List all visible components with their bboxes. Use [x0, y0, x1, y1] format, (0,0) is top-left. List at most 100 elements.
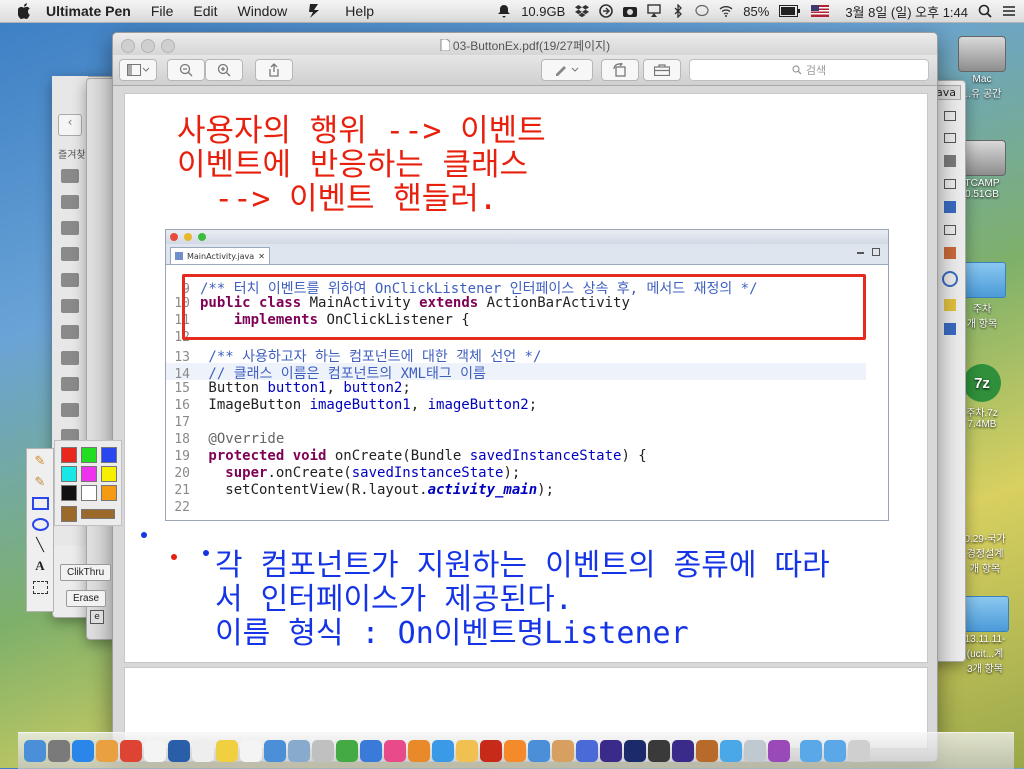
apple-menu-icon[interactable]	[18, 3, 32, 19]
finder-back-button[interactable]: ‹	[58, 114, 82, 136]
dock-box-icon[interactable]	[696, 740, 718, 762]
dock-photoshop-icon[interactable]	[624, 740, 646, 762]
dock-check-icon[interactable]	[720, 740, 742, 762]
dock-finder2-icon[interactable]	[264, 740, 286, 762]
airplay-icon[interactable]	[647, 4, 661, 18]
dock-folder2-icon[interactable]	[528, 740, 550, 762]
eraser-icon[interactable]: e	[90, 610, 104, 624]
notification-center-icon[interactable]	[1002, 4, 1016, 18]
restore-icon[interactable]	[944, 225, 956, 235]
downloads-icon[interactable]	[61, 403, 79, 417]
dock-finder-icon[interactable]	[24, 740, 46, 762]
list-icon[interactable]	[944, 155, 956, 167]
desktop-icon[interactable]	[61, 351, 79, 365]
applications-icon[interactable]	[61, 325, 79, 339]
dock-numbers-icon[interactable]	[336, 740, 358, 762]
folder-icon[interactable]	[61, 247, 79, 261]
color-swatch[interactable]	[101, 447, 117, 463]
color-swatch[interactable]	[61, 466, 77, 482]
dock-glass-icon[interactable]	[744, 740, 766, 762]
dock-trash-folder-icon[interactable]	[800, 740, 822, 762]
at-icon[interactable]	[942, 271, 958, 287]
dock-dash-icon[interactable]	[576, 740, 598, 762]
dock-photos-icon[interactable]	[96, 740, 118, 762]
dock-folder-icon[interactable]	[456, 740, 478, 762]
sync-icon[interactable]	[599, 4, 614, 18]
airdrop-icon[interactable]	[61, 299, 79, 313]
dock-bar-icon[interactable]	[600, 740, 622, 762]
color-swatch[interactable]	[61, 506, 77, 522]
dock-ibooks-icon[interactable]	[408, 740, 430, 762]
ellipse-tool-icon[interactable]	[31, 515, 49, 533]
highlighter-tool-icon[interactable]: ✎	[31, 473, 49, 491]
restore-icon[interactable]	[944, 133, 956, 143]
rotate-button[interactable]	[601, 59, 639, 81]
color-swatch[interactable]	[101, 485, 117, 501]
flag-icon[interactable]	[811, 5, 830, 17]
dock-itunes-icon[interactable]	[384, 740, 406, 762]
dock-preview-icon[interactable]	[288, 740, 310, 762]
folder-icon[interactable]	[61, 169, 79, 183]
dock-trash-icon[interactable]	[848, 740, 870, 762]
zoom-in-button[interactable]	[205, 59, 243, 81]
color-swatch[interactable]	[81, 466, 97, 482]
dock-filezilla-icon[interactable]	[480, 740, 502, 762]
edit-menu[interactable]: Edit	[193, 3, 217, 19]
restore-icon[interactable]	[944, 179, 956, 189]
documents-icon[interactable]	[61, 377, 79, 391]
dock-keynote-icon[interactable]	[360, 740, 382, 762]
pdf-page[interactable]: 사용자의 행위 --> 이벤트 이벤트에 반응하는 클래스 --> 이벤트 핸들…	[124, 93, 928, 663]
dock-safari-icon[interactable]	[72, 740, 94, 762]
zoom-out-button[interactable]	[167, 59, 205, 81]
clickthru-tooltip[interactable]: ClikThru	[60, 564, 112, 581]
color-swatch[interactable]	[81, 509, 115, 519]
dock-clock-icon[interactable]	[192, 740, 214, 762]
dock-notes-icon[interactable]	[216, 740, 238, 762]
markup-button[interactable]	[541, 59, 593, 81]
chat-icon[interactable]	[695, 4, 709, 18]
camera-icon[interactable]	[623, 4, 638, 18]
dock-folder3-icon[interactable]	[824, 740, 846, 762]
doc-icon[interactable]	[944, 299, 956, 311]
folder-icon[interactable]	[61, 221, 79, 235]
toolbox-button[interactable]	[643, 59, 681, 81]
tree-icon[interactable]	[944, 201, 956, 213]
folder-icon[interactable]	[61, 195, 79, 209]
dock-img-icon[interactable]	[768, 740, 790, 762]
script-menu-icon[interactable]	[307, 3, 321, 19]
dock-sublime-icon[interactable]	[504, 740, 526, 762]
battery-icon[interactable]	[779, 5, 801, 17]
window-titlebar[interactable]: 03-ButtonEx.pdf(19/27페이지)	[113, 33, 937, 55]
color-swatch[interactable]	[61, 485, 77, 501]
dock-bar2-icon[interactable]	[672, 740, 694, 762]
clock-text[interactable]: 3월 8일 (일) 오후 1:44	[845, 2, 968, 21]
sidebar-view-button[interactable]	[119, 59, 157, 81]
dock-photos2-icon[interactable]	[312, 740, 334, 762]
cloud-icon[interactable]	[61, 273, 79, 287]
wifi-icon[interactable]	[719, 4, 733, 18]
dropbox-icon[interactable]	[575, 4, 590, 18]
dock-sublime2-icon[interactable]	[648, 740, 670, 762]
pen-tool-icon[interactable]: ✎	[31, 452, 49, 470]
palette-icon[interactable]	[944, 247, 956, 259]
spotlight-search-icon[interactable]	[978, 4, 992, 18]
dock-lists-icon[interactable]	[240, 740, 262, 762]
text-tool-icon[interactable]: A	[31, 557, 49, 575]
rectangle-tool-icon[interactable]	[31, 494, 49, 512]
bluetooth-icon[interactable]	[671, 4, 685, 18]
notification-bell-icon[interactable]	[497, 4, 511, 18]
dock-appstore-icon[interactable]	[432, 740, 454, 762]
dock-cup-icon[interactable]	[552, 740, 574, 762]
file-menu[interactable]: File	[151, 3, 174, 19]
color-swatch[interactable]	[101, 466, 117, 482]
console-icon[interactable]	[944, 323, 956, 335]
erase-tooltip[interactable]: Erase	[66, 590, 107, 607]
selection-tool-icon[interactable]	[31, 578, 49, 596]
restore-icon[interactable]	[944, 111, 956, 121]
dock-chrome-icon[interactable]	[120, 740, 142, 762]
color-swatch[interactable]	[81, 447, 97, 463]
app-menu[interactable]: Ultimate Pen	[46, 3, 131, 19]
dock-calendar-icon[interactable]	[144, 740, 166, 762]
share-button[interactable]	[255, 59, 293, 81]
window-menu[interactable]: Window	[238, 3, 288, 19]
